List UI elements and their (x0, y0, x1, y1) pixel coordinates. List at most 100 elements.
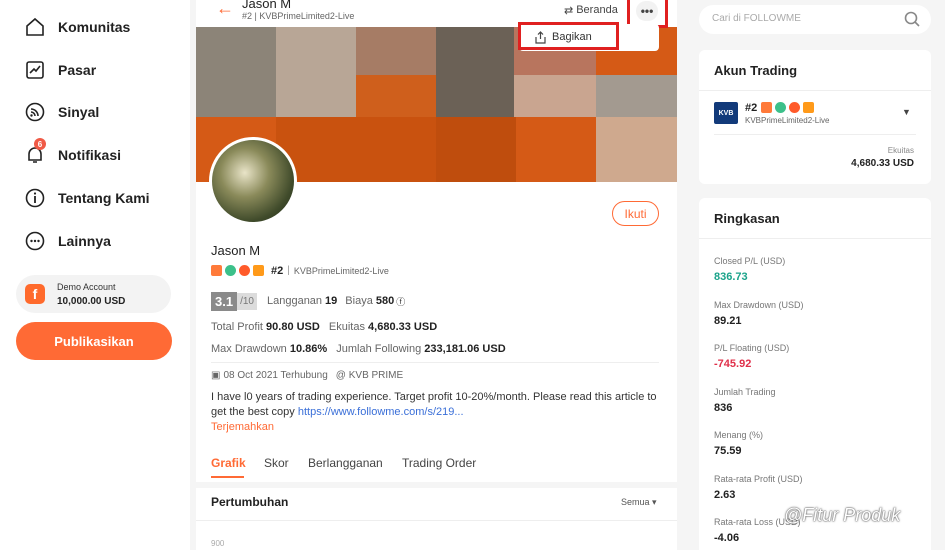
cost-value: 580 (375, 295, 395, 307)
divider (211, 362, 659, 363)
more-menu-icon[interactable]: ••• (636, 1, 658, 21)
bell-icon: 6 (24, 138, 46, 166)
trading-account-badges: #2 (745, 101, 817, 114)
profile-rank: #2 (271, 264, 284, 277)
trading-account-card: Akun Trading KVB #2 KVBPrimeLimited2-Liv… (699, 50, 931, 184)
sidebar-item-label: Lainnya (58, 233, 111, 249)
summary-card: Ringkasan Closed P/L (USD) 836.73 Max Draw… (699, 198, 931, 550)
summary-value: -745.92 (714, 358, 752, 370)
broker-name: @ KVB PRIME (335, 370, 404, 381)
sidebar-item-label: Tentang Kami (58, 190, 150, 206)
score-value: 3.1 (211, 291, 238, 311)
calendar-icon: ▣ (211, 370, 221, 381)
bio-text: I have l0 years of trading experience. T… (211, 391, 657, 418)
sidebar-item-tentang-kami[interactable]: Tentang Kami (24, 186, 150, 210)
share-button[interactable]: Bagikan (534, 28, 592, 46)
fire-icon (789, 102, 801, 113)
sidebar-item-label: Sinyal (58, 104, 100, 120)
chart-icon (24, 59, 46, 81)
equity-value: 4,680.33 USD (368, 321, 438, 333)
trading-account-server: KVBPrimeLimited2-Live (745, 116, 830, 125)
summary-label: P/L Floating (USD) (714, 343, 790, 353)
translate-link[interactable]: Terjemahkan (211, 421, 274, 433)
signal-icon (24, 101, 46, 123)
publish-button[interactable]: Publikasikan (16, 322, 172, 360)
tab-berlangganan[interactable]: Berlangganan (308, 456, 383, 470)
sidebar-item-notifikasi[interactable]: 6 Notifikasi (24, 138, 122, 167)
summary-value: 836.73 (714, 271, 748, 283)
tab-skor[interactable]: Skor (264, 456, 289, 470)
search-icon[interactable] (904, 11, 920, 27)
coin-icon: ⓕ (396, 296, 406, 307)
sidebar-item-sinyal[interactable]: Sinyal (24, 100, 99, 124)
summary-label: Max Drawdown (USD) (714, 299, 804, 310)
profile-badges: #2 | KVBPrimeLimited2-Live (211, 264, 389, 277)
followme-logo-icon: f (25, 284, 45, 304)
ea-badge-icon (211, 265, 222, 276)
summary-label: Jumlah Trading (714, 386, 776, 397)
chart-axis-label: 900 (211, 539, 225, 548)
beranda-button[interactable]: ⇄ Beranda (556, 0, 626, 20)
follow-button[interactable]: Ikuti (612, 201, 659, 226)
demo-account-balance: 10,000.00 USD (57, 296, 126, 307)
profit-row: Total Profit 90.80 USD Ekuitas 4,680.33 … (211, 321, 438, 333)
summary-title: Ringkasan (714, 211, 780, 226)
sidebar-item-komunitas[interactable]: Komunitas (24, 15, 130, 39)
profile-name: Jason M (211, 243, 261, 258)
watermark-text: @Fitur Produk (784, 505, 901, 525)
tab-grafik[interactable]: Grafik (211, 456, 246, 470)
info-icon (24, 187, 46, 209)
swap-icon: ⇄ (564, 4, 574, 17)
back-arrow-icon[interactable]: ← (216, 0, 234, 19)
score-max: /10 (237, 292, 257, 310)
sidebar-item-label: Komunitas (58, 19, 131, 35)
main-column: ← Jason M #2 | KVBPrimeLimited2-Live ⇄ B… (196, 0, 677, 550)
section-gap (196, 482, 677, 488)
sidebar-item-label: Pasar (58, 62, 97, 78)
shield-icon (775, 102, 787, 113)
dropdown-arrow-icon[interactable]: ▼ (902, 107, 911, 117)
growth-filter[interactable]: Semua ▾ (621, 497, 657, 508)
ea-badge-icon (761, 102, 773, 113)
growth-title: Pertumbuhan (211, 495, 289, 509)
trading-account-title: Akun Trading (714, 63, 798, 78)
divider (196, 520, 677, 521)
score-row: 3.1 /10 Langganan 19 Biaya 580 ⓕ (211, 291, 406, 311)
summary-value: 75.59 (714, 445, 742, 457)
profile-avatar (209, 137, 297, 225)
sidebar-item-pasar[interactable]: Pasar (24, 58, 96, 82)
broker-logo: KVB (714, 102, 738, 124)
profile-account: KVBPrimeLimited2-Live (293, 265, 389, 276)
following-value: 233,181.06 USD (424, 343, 506, 355)
summary-value: 836 (714, 401, 733, 414)
sidebar-item-lainnya[interactable]: Lainnya (24, 229, 111, 253)
tab-trading-order[interactable]: Trading Order (402, 456, 476, 470)
home-icon (24, 16, 46, 38)
search-input[interactable]: Cari di FOLLOWME (712, 13, 801, 24)
drawdown-row: Max Drawdown 10.86% Jumlah Following 233… (211, 343, 506, 355)
t-badge-icon (803, 102, 815, 113)
bio-link[interactable]: https://www.followme.com/s/219... (298, 406, 464, 418)
max-drawdown-value: 10.86% (289, 343, 328, 355)
trading-account-equity-label: Ekuitas (887, 146, 914, 155)
header-account: #2 | KVBPrimeLimited2-Live (242, 11, 355, 21)
share-icon (535, 30, 546, 44)
shield-icon (225, 265, 236, 276)
summary-value: 89.21 (714, 314, 742, 327)
chevron-down-icon: ▾ (652, 497, 657, 507)
demo-account-card[interactable]: f Demo Account 10,000.00 USD (16, 275, 171, 313)
subs-count: 19 (325, 295, 338, 307)
connected-date: 08 Oct 2021 Terhubung (223, 370, 328, 381)
sidebar-item-label: Notifikasi (58, 147, 122, 163)
summary-value: 2.63 (714, 488, 736, 501)
summary-label: Menang (%) (714, 430, 764, 440)
fire-icon (239, 265, 250, 276)
header-name: Jason M (242, 0, 292, 11)
search-bar[interactable]: Cari di FOLLOWME (699, 5, 931, 34)
active-tab-indicator (211, 476, 244, 478)
total-profit-value: 90.80 USD (266, 321, 320, 333)
summary-value: -4.06 (714, 532, 740, 544)
notification-badge: 6 (34, 138, 46, 150)
trading-account-equity-value: 4,680.33 USD (851, 158, 914, 169)
connection-info: ▣ 08 Oct 2021 Terhubung @ KVB PRIME (211, 370, 403, 381)
